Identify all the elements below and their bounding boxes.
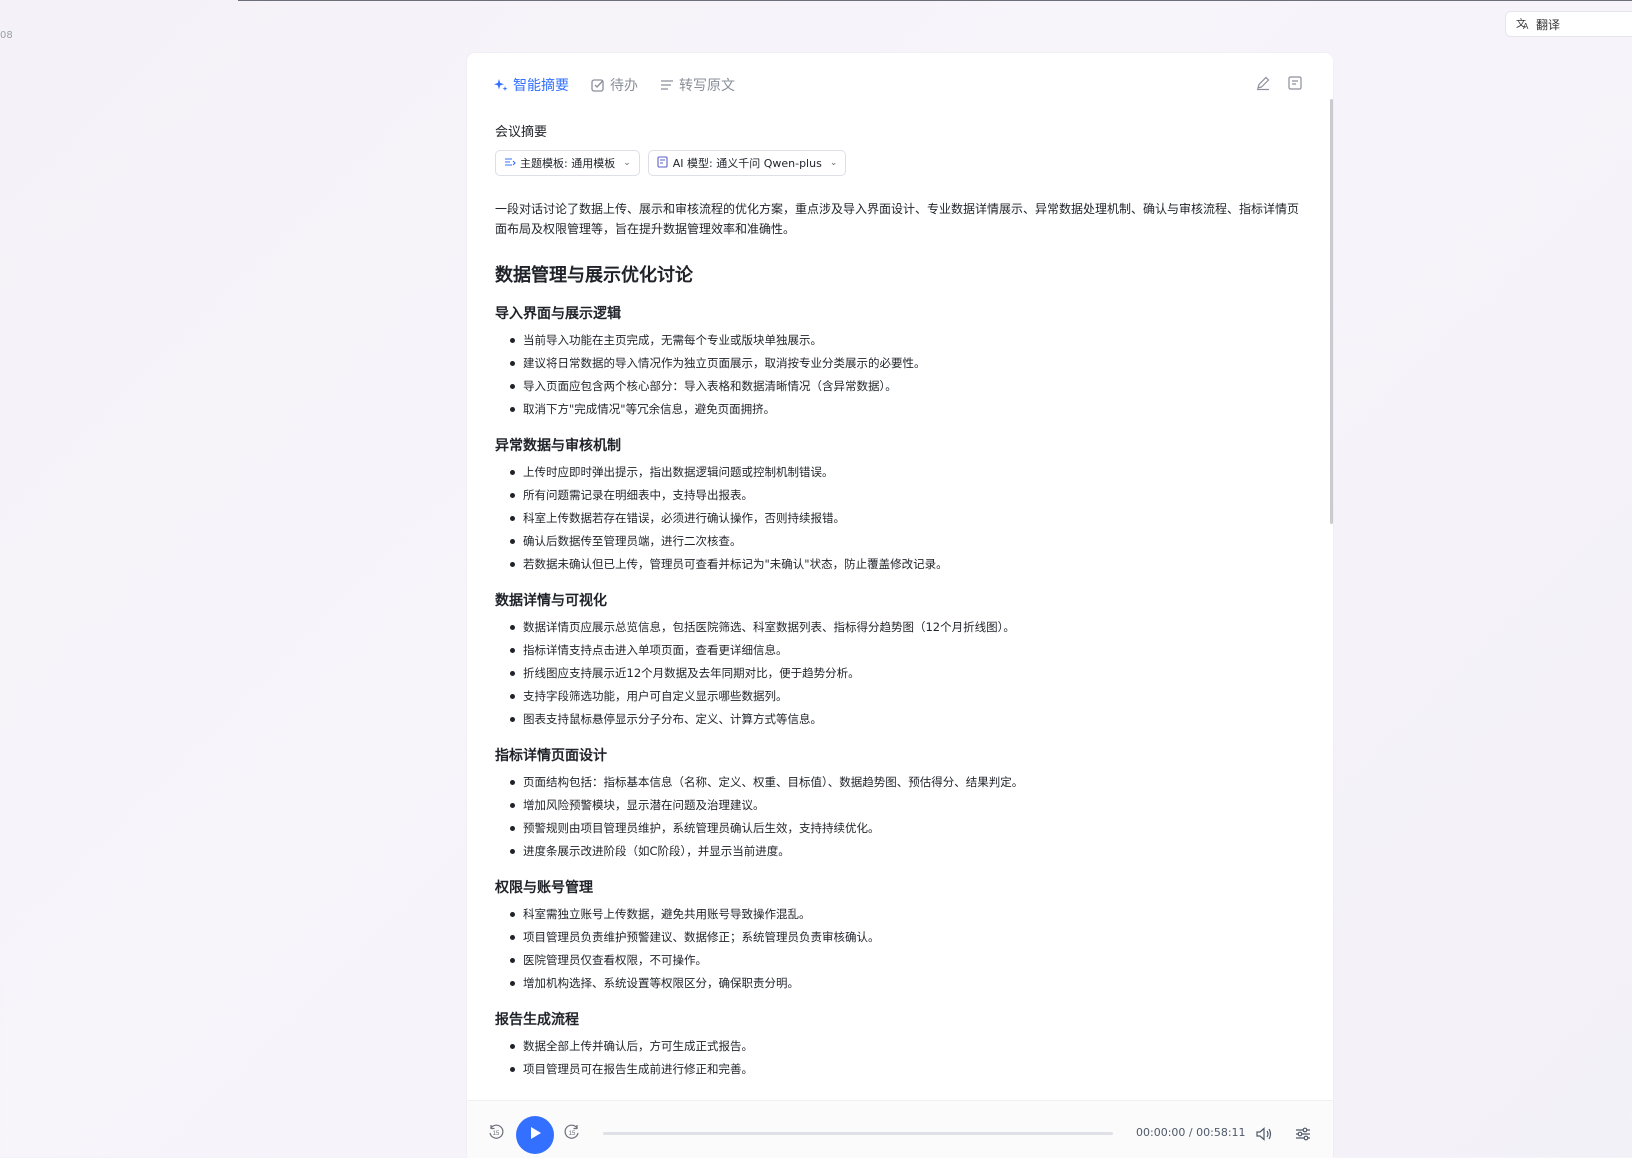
play-button[interactable]: [516, 1116, 554, 1154]
list-item: 医院管理员仅查看权限，不可操作。: [510, 949, 1310, 972]
template-select-value: 主题模板: 通用模板: [520, 157, 616, 170]
edit-icon[interactable]: [1255, 75, 1271, 91]
list-item: 支持字段筛选功能，用户可自定义显示哪些数据列。: [510, 685, 1310, 708]
settings-sliders-icon[interactable]: [1294, 1125, 1312, 1143]
audio-player: 15 15 00:00:00 / 00:58:11: [467, 1100, 1333, 1158]
topic-title: 数据详情与可视化: [495, 593, 607, 609]
topic-section: 指标详情页面设计页面结构包括：指标基本信息（名称、定义、权重、目标值）、数据趋势…: [495, 745, 1310, 863]
topic-section: 数据详情与可视化数据详情页应展示总览信息，包括医院筛选、科室数据列表、指标得分趋…: [495, 590, 1310, 731]
skip-back-icon[interactable]: 15: [487, 1123, 505, 1141]
topic-title: 异常数据与审核机制: [495, 438, 621, 454]
topic-section: 报告生成流程数据全部上传并确认后，方可生成正式报告。 项目管理员可在报告生成前进行…: [495, 1009, 1310, 1081]
topic-points: 页面结构包括：指标基本信息（名称、定义、权重、目标值）、数据趋势图、预估得分、结…: [495, 771, 1310, 863]
translate-icon: 文A: [1516, 16, 1530, 33]
model-select-value: AI 模型: 通义千问 Qwen-plus: [672, 157, 822, 170]
list-item: 数据全部上传并确认后，方可生成正式报告。: [510, 1035, 1310, 1058]
total-time: 00:58:11: [1196, 1126, 1246, 1139]
chevron-down-icon: ⌄: [829, 158, 838, 168]
template-select[interactable]: 主题模板: 通用模板 ⌄: [495, 150, 640, 176]
model-select[interactable]: AI 模型: 通义千问 Qwen-plus ⌄: [647, 150, 847, 176]
current-time: 00:00:00: [1136, 1126, 1186, 1139]
list-item: 指标详情支持点击进入单项页面，查看更详细信息。: [510, 639, 1310, 662]
scrollbar-thumb[interactable]: [1330, 99, 1333, 524]
topic-points: 科室需独立账号上传数据，避免共用账号导致操作混乱。 项目管理员负责维护预警建议、数…: [495, 903, 1310, 995]
translate-button[interactable]: 文A 翻译: [1505, 11, 1632, 37]
topic-title: 导入界面与展示逻辑: [495, 306, 621, 322]
summary-content: 会议摘要 主题模板: 通用模板 ⌄ AI 模型: 通义千问 Qwen-plus …: [495, 121, 1310, 1081]
list-item: 若数据未确认但已上传，管理员可查看并标记为"未确认"状态，防止覆盖修改记录。: [510, 553, 1310, 576]
model-icon: [657, 155, 669, 171]
progress-bar[interactable]: [603, 1132, 1113, 1135]
sparkle-icon: [494, 78, 508, 92]
list-item: 数据详情页应展示总览信息，包括医院筛选、科室数据列表、指标得分趋势图（12个月折…: [510, 616, 1310, 639]
window-top-border: [238, 0, 1632, 1]
checkbox-icon: [591, 78, 605, 92]
corner-fragment-text: 08: [0, 30, 13, 41]
list-item: 预警规则由项目管理员维护，系统管理员确认后生效，支持持续优化。: [510, 817, 1310, 840]
tab-label: 转写原文: [679, 78, 735, 94]
play-icon: [527, 1125, 543, 1145]
tab-label: 待办: [610, 78, 638, 94]
list-item: 上传时应即时弹出提示，指出数据逻辑问题或控制机制错误。: [510, 461, 1310, 484]
topic-section: 异常数据与审核机制上传时应即时弹出提示，指出数据逻辑问题或控制机制错误。 所有问题…: [495, 435, 1310, 576]
list-item: 增加机构选择、系统设置等权限区分，确保职责分明。: [510, 972, 1310, 995]
tab-smart-summary[interactable]: 智能摘要: [494, 75, 569, 95]
selector-row: 主题模板: 通用模板 ⌄ AI 模型: 通义千问 Qwen-plus ⌄: [495, 150, 1310, 176]
translate-label: 翻译: [1536, 17, 1561, 32]
panel-toolbar: [1255, 75, 1303, 91]
topic-title: 报告生成流程: [495, 1012, 579, 1028]
time-display: 00:00:00 / 00:58:11: [1136, 1126, 1246, 1139]
topic-points: 当前导入功能在主页完成，无需每个专业或版块单独展示。 建议将日常数据的导入情况作为…: [495, 329, 1310, 421]
volume-icon[interactable]: [1255, 1125, 1273, 1143]
skip-forward-icon[interactable]: 15: [563, 1123, 581, 1141]
topic-title: 指标详情页面设计: [495, 748, 607, 764]
list-item: 图表支持鼠标悬停显示分子分布、定义、计算方式等信息。: [510, 708, 1310, 731]
topic-title: 权限与账号管理: [495, 880, 593, 896]
list-item: 导入页面应包含两个核心部分：导入表格和数据清晰情况（含异常数据）。: [510, 375, 1310, 398]
lines-icon: [660, 78, 674, 92]
list-item: 增加风险预警模块，显示潜在问题及治理建议。: [510, 794, 1310, 817]
list-item: 科室上传数据若存在错误，必须进行确认操作，否则持续报错。: [510, 507, 1310, 530]
topic-points: 数据详情页应展示总览信息，包括医院筛选、科室数据列表、指标得分趋势图（12个月折…: [495, 616, 1310, 731]
list-item: 当前导入功能在主页完成，无需每个专业或版块单独展示。: [510, 329, 1310, 352]
list-item: 所有问题需记录在明细表中，支持导出报表。: [510, 484, 1310, 507]
list-item: 取消下方"完成情况"等冗余信息，避免页面拥挤。: [510, 398, 1310, 421]
summary-paragraph: 一段对话讨论了数据上传、展示和审核流程的优化方案，重点涉及导入界面设计、专业数据…: [495, 202, 1300, 236]
summary-panel: 智能摘要 待办 转写原文 会议摘要 主题模板: 通用模板 ⌄ AI 模型: 通义…: [467, 53, 1333, 1157]
list-item: 科室需独立账号上传数据，避免共用账号导致操作混乱。: [510, 903, 1310, 926]
note-icon[interactable]: [1287, 75, 1303, 91]
main-title: 数据管理与展示优化讨论: [495, 265, 693, 286]
chevron-down-icon: ⌄: [623, 158, 631, 168]
svg-text:15: 15: [493, 1131, 500, 1137]
section-label: 会议摘要: [495, 125, 548, 140]
tab-todo[interactable]: 待办: [591, 75, 638, 95]
list-item: 项目管理员可在报告生成前进行修正和完善。: [510, 1058, 1310, 1081]
list-item: 项目管理员负责维护预警建议、数据修正；系统管理员负责审核确认。: [510, 926, 1310, 949]
list-item: 建议将日常数据的导入情况作为独立页面展示，取消按专业分类展示的必要性。: [510, 352, 1310, 375]
list-item: 进度条展示改进阶段（如C阶段），并显示当前进度。: [510, 840, 1310, 863]
topic-section: 权限与账号管理科室需独立账号上传数据，避免共用账号导致操作混乱。 项目管理员负责维…: [495, 877, 1310, 995]
topic-points: 数据全部上传并确认后，方可生成正式报告。 项目管理员可在报告生成前进行修正和完善。: [495, 1035, 1310, 1081]
svg-text:A: A: [1523, 22, 1529, 30]
tab-bar: 智能摘要 待办 转写原文: [494, 75, 735, 95]
svg-text:15: 15: [569, 1131, 576, 1137]
topic-section: 导入界面与展示逻辑当前导入功能在主页完成，无需每个专业或版块单独展示。 建议将日常…: [495, 303, 1310, 421]
list-item: 确认后数据传至管理员端，进行二次核查。: [510, 530, 1310, 553]
list-item: 折线图应支持展示近12个月数据及去年同期对比，便于趋势分析。: [510, 662, 1310, 685]
list-item: 页面结构包括：指标基本信息（名称、定义、权重、目标值）、数据趋势图、预估得分、结…: [510, 771, 1310, 794]
tab-transcript[interactable]: 转写原文: [660, 75, 735, 95]
topic-points: 上传时应即时弹出提示，指出数据逻辑问题或控制机制错误。 所有问题需记录在明细表中，…: [495, 461, 1310, 576]
template-icon: [504, 156, 516, 171]
tab-label: 智能摘要: [513, 78, 569, 94]
topic-sections: 导入界面与展示逻辑当前导入功能在主页完成，无需每个专业或版块单独展示。 建议将日常…: [495, 303, 1310, 1081]
time-separator: /: [1188, 1126, 1193, 1139]
